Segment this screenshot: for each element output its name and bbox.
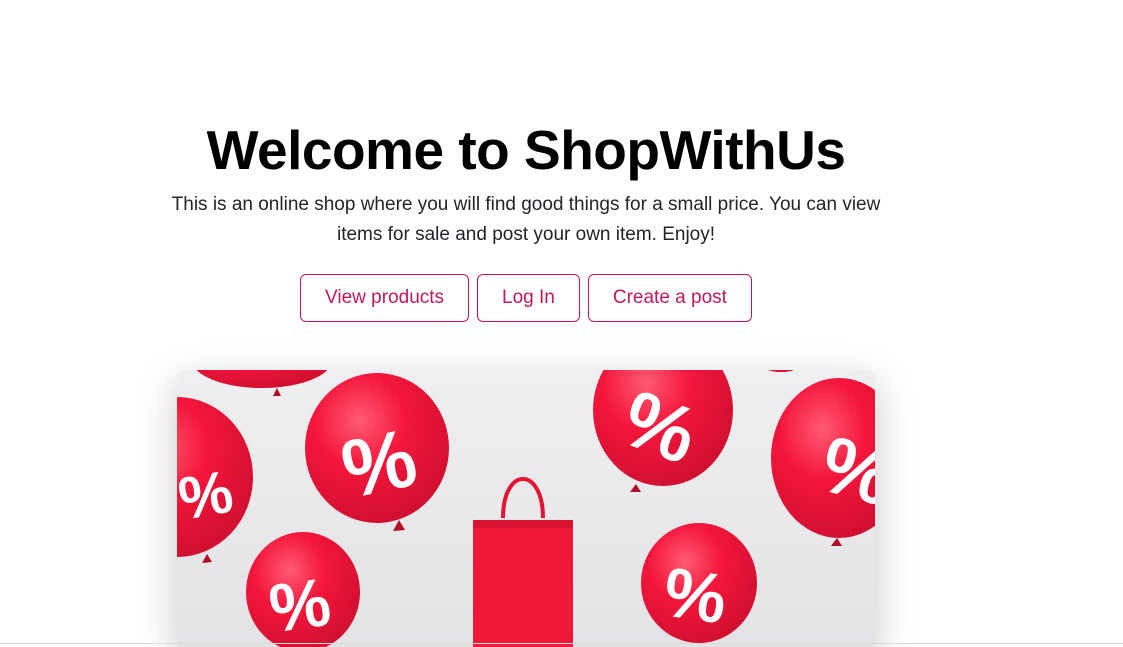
svg-text:%: %	[265, 564, 335, 647]
page-divider	[0, 643, 1123, 644]
hero-image: % % % % % %	[177, 370, 875, 647]
svg-text:%: %	[659, 553, 731, 639]
sale-balloons-image: % % % % % %	[177, 370, 875, 647]
hero-description: This is an online shop where you will fi…	[171, 194, 881, 245]
page-title: Welcome to ShopWithUs	[206, 119, 846, 181]
hero-actions: View products Log In Create a post	[0, 274, 1052, 322]
create-post-button[interactable]: Create a post	[587, 274, 752, 322]
view-products-button[interactable]: View products	[300, 274, 470, 322]
log-in-button[interactable]: Log In	[477, 274, 580, 322]
landing-page: Welcome to ShopWithUs This is an online …	[0, 0, 1123, 647]
